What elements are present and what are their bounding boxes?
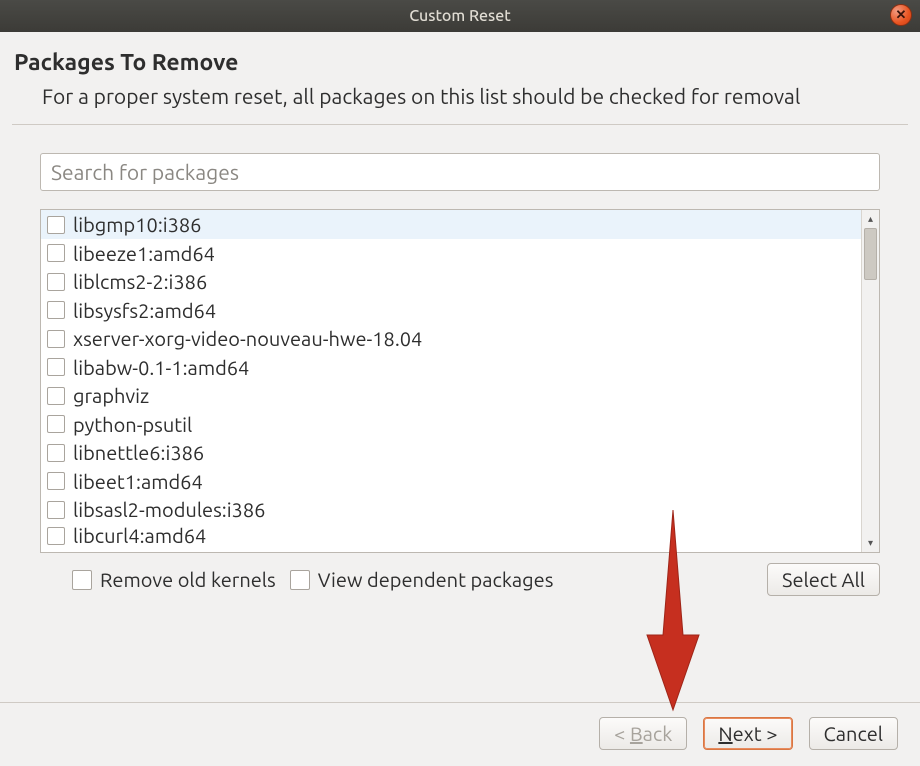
list-item[interactable]: libcurl4:amd64 — [41, 524, 861, 548]
scroll-track[interactable] — [862, 228, 879, 534]
page-title: Packages To Remove — [14, 50, 908, 75]
list-item[interactable]: libeeze1:amd64 — [41, 239, 861, 268]
package-name: libsysfs2:amd64 — [73, 299, 216, 322]
package-name: libcurl4:amd64 — [73, 524, 206, 547]
checkbox-icon[interactable] — [47, 444, 65, 462]
checkbox-icon[interactable] — [47, 244, 65, 262]
next-button[interactable]: Next > — [703, 717, 792, 750]
remove-old-kernels-label: Remove old kernels — [100, 568, 276, 591]
checkbox-icon[interactable] — [72, 570, 92, 590]
checkbox-icon[interactable] — [47, 216, 65, 234]
scroll-down-icon[interactable]: ▾ — [862, 534, 879, 552]
list-item[interactable]: python-psutil — [41, 410, 861, 439]
scroll-thumb[interactable] — [864, 228, 877, 280]
next-mnemonic: N — [718, 722, 732, 745]
package-name: libeet1:amd64 — [73, 470, 203, 493]
close-icon: ✕ — [896, 9, 907, 22]
checkbox-icon[interactable] — [47, 301, 65, 319]
package-name: libnettle6:i386 — [73, 441, 204, 464]
checkbox-icon[interactable] — [47, 527, 65, 545]
close-button[interactable]: ✕ — [890, 4, 912, 26]
checkbox-icon[interactable] — [47, 501, 65, 519]
package-name: libeeze1:amd64 — [73, 242, 215, 265]
search-input[interactable] — [40, 153, 880, 191]
remove-old-kernels-option[interactable]: Remove old kernels — [72, 568, 276, 591]
checkbox-icon[interactable] — [47, 330, 65, 348]
package-list: libgmp10:i386 libeeze1:amd64 liblcms2-2:i3… — [40, 209, 880, 553]
list-item[interactable]: graphviz — [41, 381, 861, 410]
list-item[interactable]: libsasl2-modules:i386 — [41, 495, 861, 524]
list-item[interactable]: liblcms2-2:i386 — [41, 267, 861, 296]
view-dependent-label: View dependent packages — [318, 568, 554, 591]
list-item[interactable]: libabw-0.1-1:amd64 — [41, 353, 861, 382]
cancel-button[interactable]: Cancel — [809, 717, 899, 750]
titlebar: Custom Reset ✕ — [0, 0, 920, 32]
list-item[interactable]: libnettle6:i386 — [41, 438, 861, 467]
list-item[interactable]: libeet1:amd64 — [41, 467, 861, 496]
package-name: liblcms2-2:i386 — [73, 270, 207, 293]
back-button: < Back — [599, 717, 687, 750]
package-name: graphviz — [73, 384, 149, 407]
scroll-up-icon[interactable]: ▴ — [862, 210, 879, 228]
package-name: libabw-0.1-1:amd64 — [73, 356, 249, 379]
checkbox-icon[interactable] — [47, 273, 65, 291]
dialog-content: Packages To Remove For a proper system r… — [0, 32, 920, 596]
view-dependent-packages-option[interactable]: View dependent packages — [290, 568, 554, 591]
list-item[interactable]: libsysfs2:amd64 — [41, 296, 861, 325]
package-name: xserver-xorg-video-nouveau-hwe-18.04 — [73, 327, 422, 350]
checkbox-icon[interactable] — [290, 570, 310, 590]
package-list-inner[interactable]: libgmp10:i386 libeeze1:amd64 liblcms2-2:i3… — [41, 210, 861, 552]
checkbox-icon[interactable] — [47, 387, 65, 405]
dialog-footer: < Back Next > Cancel — [0, 702, 920, 766]
back-mnemonic: B — [630, 722, 643, 745]
package-name: libsasl2-modules:i386 — [73, 498, 265, 521]
checkbox-icon[interactable] — [47, 472, 65, 490]
search-wrapper — [40, 153, 880, 191]
package-name: python-psutil — [73, 413, 192, 436]
window-title: Custom Reset — [409, 7, 511, 25]
checkbox-icon[interactable] — [47, 415, 65, 433]
checkbox-icon[interactable] — [47, 358, 65, 376]
list-item[interactable]: libgmp10:i386 — [41, 210, 861, 239]
options-row: Remove old kernels View dependent packag… — [40, 563, 880, 596]
package-name: libgmp10:i386 — [73, 213, 201, 236]
divider — [12, 124, 908, 125]
list-item[interactable]: xserver-xorg-video-nouveau-hwe-18.04 — [41, 324, 861, 353]
scrollbar[interactable]: ▴ ▾ — [861, 210, 879, 552]
page-subtitle: For a proper system reset, all packages … — [42, 83, 812, 110]
select-all-button[interactable]: Select All — [767, 563, 880, 596]
